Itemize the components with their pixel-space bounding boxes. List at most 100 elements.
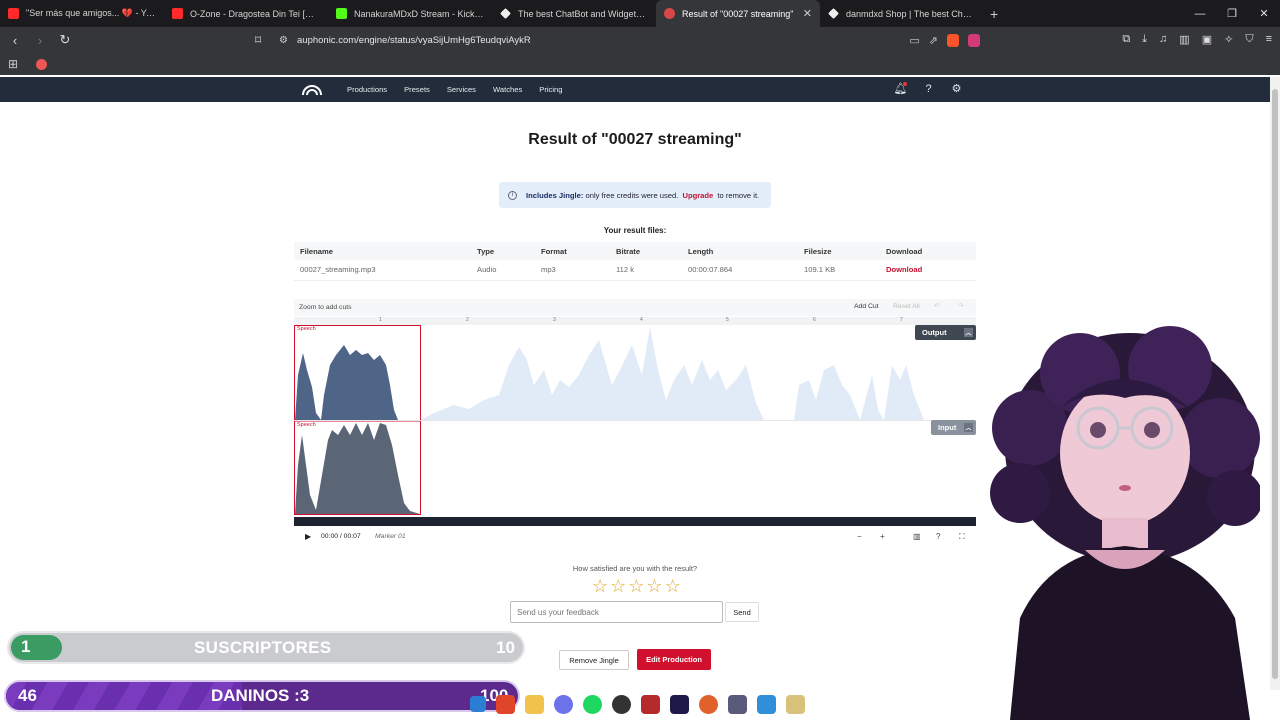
chevron-up-icon[interactable]: ︿ [964,423,973,432]
cell-filename: 00027_streaming.mp3 [294,260,471,281]
app-icon[interactable] [699,694,718,714]
minimize-icon[interactable]: — [1184,0,1216,27]
browser-tab-active[interactable]: Result of "00027 streaming" ✕ [656,0,820,27]
nav-pricing[interactable]: Pricing [539,85,562,94]
spotify-icon[interactable] [583,694,602,714]
share-icon[interactable]: ⇗ [929,34,938,47]
nav-productions[interactable]: Productions [347,85,387,94]
upgrade-link[interactable]: Upgrade [682,191,713,200]
bookmark-favicon-icon[interactable] [36,58,48,70]
browser-tab[interactable]: O-Zone - Dragostea Din Tei [Official V [164,0,328,27]
url-bar[interactable]: ⌑ ⚙ auphonic.com/engine/status/vyaSijUmH… [245,30,990,50]
close-window-icon[interactable]: ✕ [1248,0,1280,27]
apps-grid-icon[interactable]: ⊞ [8,57,18,71]
jingle-info-box: i Includes Jingle: only free credits wer… [499,182,771,208]
send-button[interactable]: Send [725,602,759,622]
settings-gear-icon[interactable]: ⚙ [949,82,964,97]
kick-favicon-icon [336,8,347,19]
nav-watches[interactable]: Watches [493,85,522,94]
scroll-thumb[interactable] [1272,89,1278,679]
cell-filesize: 109.1 KB [798,260,880,281]
reset-all-button[interactable]: Reset All [893,303,920,310]
ruler-tick: 6 [813,317,816,323]
youtube-favicon-icon [172,8,183,19]
chart-icon[interactable]: ▥ [913,532,921,541]
address-toolbar: ‹ › ↻ ⌑ ⚙ auphonic.com/engine/status/vya… [0,27,1280,53]
remove-jingle-button[interactable]: Remove Jingle [559,650,629,670]
star-icon[interactable]: ☆ [665,576,681,596]
help-icon[interactable]: ? [921,82,936,97]
tools-icon[interactable] [728,694,747,714]
download-link[interactable]: Download [880,260,976,281]
vtube-icon[interactable] [641,694,660,714]
output-track-button[interactable]: Output ︿ [915,325,976,340]
back-icon[interactable]: ‹ [5,33,25,48]
youtube-favicon-icon [8,8,19,19]
zoom-hint: Zoom to add cuts [299,304,352,311]
nav-presets[interactable]: Presets [404,85,430,94]
browser-tab[interactable]: danmdxd Shop | The best ChatBot an [820,0,984,27]
audition-icon[interactable] [670,694,689,714]
sidebar-icon[interactable]: ▥ [1179,33,1189,46]
brave-shield-icon[interactable] [947,33,959,47]
nav-services[interactable]: Services [447,85,476,94]
zoom-in-icon[interactable]: + [880,532,885,541]
timeline-ruler[interactable]: 1 2 3 4 5 6 7 [294,317,976,325]
brave-taskbar-icon[interactable] [496,694,515,714]
ruler-tick: 3 [553,317,556,323]
star-icon[interactable]: ☆ [646,576,662,596]
windows-start-icon[interactable] [470,696,486,712]
auphonic-logo-icon[interactable] [301,82,323,96]
bookmark-icon[interactable]: ⌑ [255,33,273,47]
brave-rewards-icon[interactable] [968,33,980,47]
restore-icon[interactable]: ❐ [1216,0,1248,27]
folder-icon[interactable] [525,694,544,714]
star-rating[interactable]: ☆ ☆ ☆ ☆ ☆ [592,576,681,596]
screenshot-icon[interactable]: ⧉ [1122,33,1130,46]
page-scrollbar[interactable] [1270,77,1280,690]
ai-icon[interactable]: ✧ [1224,33,1233,46]
cast-icon[interactable]: ▭ [909,34,919,47]
cell-bitrate: 112 k [610,260,682,281]
ruler-tick: 4 [640,317,643,323]
info-text: only free credits were used. [583,190,681,200]
vpn-icon[interactable]: ⛉ [1245,33,1253,46]
star-icon[interactable]: ☆ [628,576,644,596]
help-icon[interactable]: ? [936,532,940,541]
menu-icon[interactable]: ≡ [1266,33,1272,46]
site-info-icon[interactable]: ⚙ [279,35,297,46]
download-icon[interactable]: ⤓ [1142,33,1147,46]
store-icon[interactable] [757,694,776,714]
timeline-scrollbar[interactable] [294,517,976,526]
chevron-up-icon[interactable]: ︿ [964,328,973,337]
output-label: Output [922,328,947,337]
feedback-input[interactable]: Send us your feedback [510,601,723,623]
waveform-area[interactable]: Speech Speech Output ︿ Input ︿ [294,325,976,515]
music-icon[interactable]: ♫ [1159,33,1167,46]
cell-length: 00:00:07.864 [682,260,798,281]
browser-tab[interactable]: "Ser más que amigos... 💔 - YouTube [0,0,164,27]
wallet-icon[interactable]: ▣ [1202,33,1212,46]
play-icon[interactable]: ▶ [305,532,311,541]
new-tab-icon[interactable]: + [990,6,998,22]
browser-tab[interactable]: The best ChatBot and Widgets fo [492,0,656,27]
star-icon[interactable]: ☆ [592,576,608,596]
files-icon[interactable] [786,694,805,714]
input-track-button[interactable]: Input ︿ [931,420,976,435]
close-tab-icon[interactable]: ✕ [803,7,812,20]
bell-icon[interactable]: 🔔︎ [893,82,908,97]
undo-icon[interactable]: ↶ [934,302,940,310]
zoom-out-icon[interactable]: − [857,532,862,541]
browser-tab[interactable]: NanakuraMDxD Stream - Kick Dashb [328,0,492,27]
obs-icon[interactable] [612,694,631,714]
reload-icon[interactable]: ↻ [55,32,75,48]
danino-goal-bar: 46 DANINOS :3 100 [4,680,520,712]
edit-production-button[interactable]: Edit Production [637,649,711,670]
discord-icon[interactable] [554,694,573,714]
redo-icon[interactable]: ↷ [958,302,964,310]
add-cut-button[interactable]: Add Cut [854,303,879,310]
fullscreen-icon[interactable]: ⛶ [959,532,965,542]
forward-icon[interactable]: › [30,33,50,48]
url-text: auphonic.com/engine/status/vyaSijUmHg6Te… [297,34,531,46]
star-icon[interactable]: ☆ [610,576,626,596]
